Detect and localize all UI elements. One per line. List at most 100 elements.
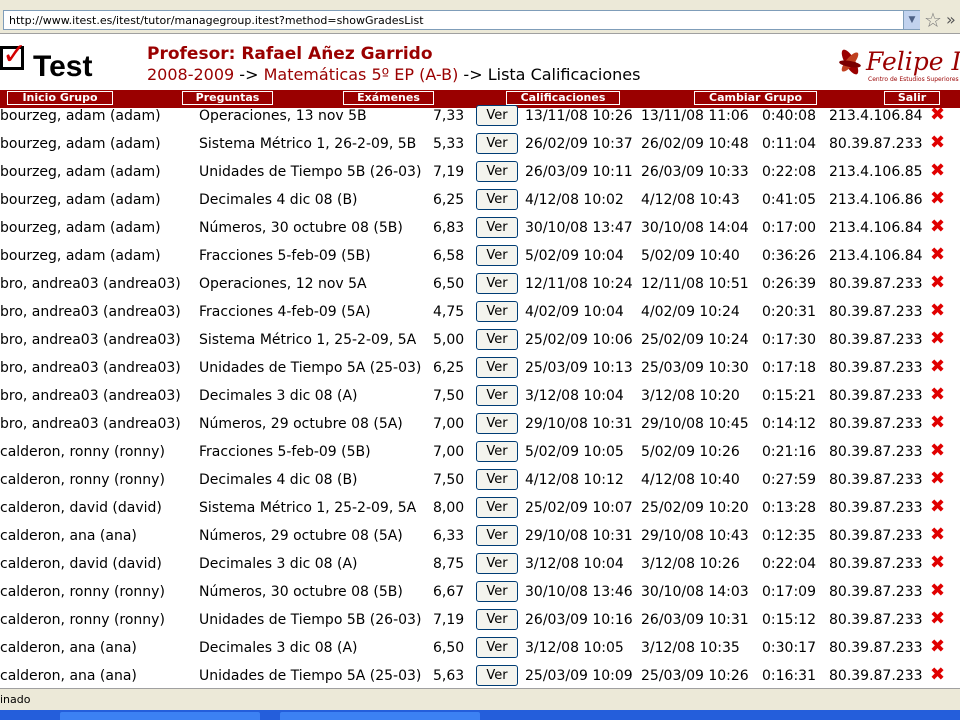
ip-address: 213.4.106.86	[829, 192, 923, 208]
breadcrumb-subject[interactable]: Matemáticas 5º EP (A-B)	[264, 65, 459, 84]
delete-icon[interactable]: ✖	[930, 161, 945, 181]
end-time: 25/02/09 10:20	[641, 500, 749, 516]
ver-button[interactable]: Ver	[476, 385, 518, 406]
exam-name: Fracciones 4-feb-09 (5A)	[199, 304, 371, 320]
student-name: bro, andrea03 (andrea03)	[0, 360, 181, 376]
delete-icon[interactable]: ✖	[930, 329, 945, 349]
student-name: bourzeg, adam (adam)	[0, 164, 161, 180]
ver-button[interactable]: Ver	[476, 329, 518, 350]
duration: 0:22:04	[762, 556, 816, 572]
delete-icon[interactable]: ✖	[930, 413, 945, 433]
table-row: bro, andrea03 (andrea03) Decimales 3 dic …	[0, 382, 960, 410]
student-name: calderon, ronny (ronny)	[0, 444, 165, 460]
ip-address: 80.39.87.233	[829, 528, 923, 544]
table-row: calderon, ana (ana) Decimales 3 dic 08 (A…	[0, 634, 960, 662]
delete-icon[interactable]: ✖	[930, 441, 945, 461]
itest-logo[interactable]: Test	[33, 50, 92, 84]
delete-icon[interactable]: ✖	[930, 553, 945, 573]
start-time: 3/12/08 10:05	[525, 640, 624, 656]
delete-icon[interactable]: ✖	[930, 301, 945, 321]
exam-name: Decimales 3 dic 08 (A)	[199, 388, 358, 404]
delete-icon[interactable]: ✖	[930, 469, 945, 489]
delete-icon[interactable]: ✖	[930, 581, 945, 601]
ver-button[interactable]: Ver	[476, 665, 518, 686]
delete-icon[interactable]: ✖	[930, 665, 945, 685]
start-time: 25/02/09 10:07	[525, 500, 633, 516]
delete-icon[interactable]: ✖	[930, 637, 945, 657]
start-time: 25/03/09 10:09	[525, 668, 633, 684]
duration: 0:27:59	[762, 472, 816, 488]
grade-value: 6,58	[433, 248, 465, 264]
delete-icon[interactable]: ✖	[930, 525, 945, 545]
ver-button[interactable]: Ver	[476, 469, 518, 490]
ver-button[interactable]: Ver	[476, 497, 518, 518]
delete-icon[interactable]: ✖	[930, 245, 945, 265]
ver-button[interactable]: Ver	[476, 133, 518, 154]
ver-button[interactable]: Ver	[476, 413, 518, 434]
delete-icon[interactable]: ✖	[930, 189, 945, 209]
ver-button[interactable]: Ver	[476, 637, 518, 658]
breadcrumb-year[interactable]: 2008-2009	[147, 65, 234, 84]
student-name: calderon, david (david)	[0, 500, 162, 516]
ver-button[interactable]: Ver	[476, 189, 518, 210]
delete-icon[interactable]: ✖	[930, 273, 945, 293]
exam-name: Unidades de Tiempo 5A (25-03)	[199, 360, 422, 376]
ver-button[interactable]: Ver	[476, 525, 518, 546]
ver-button[interactable]: Ver	[476, 301, 518, 322]
grade-value: 8,75	[433, 556, 465, 572]
taskbar-item[interactable]	[60, 712, 260, 720]
table-row: calderon, ana (ana) Unidades de Tiempo 5A…	[0, 662, 960, 688]
ip-address: 80.39.87.233	[829, 332, 923, 348]
ip-address: 80.39.87.233	[829, 668, 923, 684]
favorite-star-icon[interactable]: ☆	[924, 9, 942, 31]
ver-button[interactable]: Ver	[476, 245, 518, 266]
grade-value: 7,19	[433, 164, 465, 180]
grade-value: 4,75	[433, 304, 465, 320]
end-time: 30/10/08 14:03	[641, 584, 749, 600]
ver-button[interactable]: Ver	[476, 273, 518, 294]
ver-button[interactable]: Ver	[476, 609, 518, 630]
delete-icon[interactable]: ✖	[930, 357, 945, 377]
start-time: 13/11/08 10:26	[525, 108, 633, 124]
duration: 0:36:26	[762, 248, 816, 264]
end-time: 12/11/08 10:51	[641, 276, 749, 292]
status-text: inado	[0, 693, 31, 706]
grade-value: 6,33	[433, 528, 465, 544]
table-row: bourzeg, adam (adam) Sistema Métrico 1, 2…	[0, 130, 960, 158]
table-row: bro, andrea03 (andrea03) Sistema Métrico …	[0, 326, 960, 354]
ver-button[interactable]: Ver	[476, 217, 518, 238]
tools-icon[interactable]: »	[946, 9, 956, 31]
end-time: 13/11/08 11:06	[641, 108, 749, 124]
delete-icon[interactable]: ✖	[930, 105, 945, 125]
url-dropdown-icon[interactable]: ▼	[903, 11, 920, 29]
start-time: 4/02/09 10:04	[525, 304, 624, 320]
delete-icon[interactable]: ✖	[930, 385, 945, 405]
ver-button[interactable]: Ver	[476, 553, 518, 574]
student-name: bourzeg, adam (adam)	[0, 192, 161, 208]
table-row: calderon, ronny (ronny) Números, 30 octub…	[0, 578, 960, 606]
delete-icon[interactable]: ✖	[930, 497, 945, 517]
ver-button[interactable]: Ver	[476, 105, 518, 126]
professor-name: Profesor: Rafael Añez Garrido	[147, 44, 433, 64]
end-time: 4/12/08 10:40	[641, 472, 740, 488]
duration: 0:14:12	[762, 416, 816, 432]
ver-button[interactable]: Ver	[476, 441, 518, 462]
delete-icon[interactable]: ✖	[930, 133, 945, 153]
delete-icon[interactable]: ✖	[930, 217, 945, 237]
delete-icon[interactable]: ✖	[930, 609, 945, 629]
start-time: 25/03/09 10:13	[525, 360, 633, 376]
start-time: 5/02/09 10:05	[525, 444, 624, 460]
ver-button[interactable]: Ver	[476, 161, 518, 182]
table-row: calderon, ronny (ronny) Fracciones 5-feb-…	[0, 438, 960, 466]
end-time: 26/02/09 10:48	[641, 136, 749, 152]
duration: 0:21:16	[762, 444, 816, 460]
duration: 0:40:08	[762, 108, 816, 124]
url-input[interactable]: http://www.itest.es/itest/tutor/managegr…	[3, 10, 920, 30]
student-name: calderon, ronny (ronny)	[0, 612, 165, 628]
ver-button[interactable]: Ver	[476, 581, 518, 602]
ver-button[interactable]: Ver	[476, 357, 518, 378]
grade-value: 5,33	[433, 136, 465, 152]
taskbar-item[interactable]	[280, 712, 480, 720]
table-row: bro, andrea03 (andrea03) Fracciones 4-feb…	[0, 298, 960, 326]
start-time: 25/02/09 10:06	[525, 332, 633, 348]
